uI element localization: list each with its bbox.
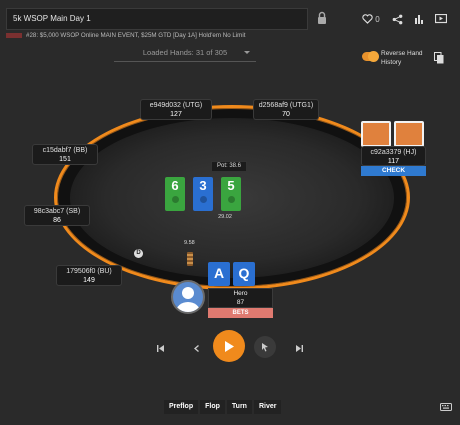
reverse-history-toggle[interactable] <box>362 51 379 62</box>
site-logo <box>6 32 22 38</box>
toggle-knob <box>368 51 379 62</box>
tab-river[interactable]: River <box>253 400 282 414</box>
header-actions: 0 <box>356 10 452 28</box>
seat-hj[interactable]: c92a3379 (HJ) 117 <box>361 146 426 166</box>
seat-name: e949d032 (UTG) <box>149 102 203 109</box>
hero-hole-card: A <box>208 262 230 286</box>
action-badge-check: CHECK <box>361 166 426 176</box>
board-card: 6 <box>165 177 185 211</box>
share-icon <box>392 14 402 24</box>
copy-icon[interactable] <box>434 52 444 64</box>
chevron-left-icon <box>193 344 199 352</box>
tab-flop[interactable]: Flop <box>200 400 225 414</box>
seat-bb[interactable]: c15dabf7 (BB) 151 <box>32 144 98 165</box>
tab-turn[interactable]: Turn <box>226 400 252 414</box>
lock-icon[interactable] <box>316 11 328 25</box>
club-icon <box>171 196 179 203</box>
hero-hole-card: Q <box>233 262 255 286</box>
spade-icon <box>199 196 207 203</box>
chevron-down-icon <box>244 51 250 54</box>
replay-video-button[interactable] <box>430 10 452 28</box>
step-back-button[interactable] <box>190 342 202 354</box>
seat-stack: 86 <box>53 217 61 224</box>
dealer-button: D <box>134 249 143 258</box>
play-button[interactable] <box>213 330 245 362</box>
skip-end-icon <box>296 344 303 352</box>
hj-hole-card <box>361 121 391 147</box>
seat-name: 179506f0 (BU) <box>66 268 112 275</box>
stats-button[interactable] <box>408 10 430 28</box>
seat-utg1[interactable]: d2568af9 (UTG1) 70 <box>253 99 319 120</box>
reverse-history-label: Reverse Hand History <box>381 50 423 66</box>
seat-name: d2568af9 (UTG1) <box>258 102 314 109</box>
seat-sb[interactable]: 98c3abc7 (SB) 86 <box>24 205 90 226</box>
seat-utg[interactable]: e949d032 (UTG) 127 <box>140 99 212 120</box>
seat-stack: 151 <box>59 156 71 163</box>
favorite-button[interactable]: 0 <box>356 10 386 28</box>
seat-hero[interactable]: Hero 87 <box>208 288 273 308</box>
seat-stack: 87 <box>236 299 245 306</box>
play-icon <box>225 340 234 352</box>
favorite-count: 0 <box>375 14 380 24</box>
tab-preflop[interactable]: Preflop <box>164 400 199 414</box>
app-frame: 5k WSOP Main Day 1 0 #28: $5,000 WSOP On… <box>0 0 460 425</box>
tournament-name: #28: $5,000 WSOP Online MAIN EVENT, $25M… <box>26 32 246 39</box>
seat-name: 98c3abc7 (SB) <box>33 208 81 215</box>
heart-icon <box>362 14 373 24</box>
seat-stack: 127 <box>170 111 182 118</box>
seat-stack: 149 <box>83 277 95 284</box>
seat-name: c92a3379 (HJ) <box>370 149 417 156</box>
seat-name: Hero <box>233 290 248 297</box>
bar-chart-icon <box>415 15 423 24</box>
seat-bu[interactable]: 179506f0 (BU) 149 <box>56 265 122 286</box>
cursor-step-icon <box>262 343 268 352</box>
user-icon <box>176 287 200 312</box>
skip-end-button[interactable] <box>293 342 305 354</box>
card-rank: 5 <box>227 178 235 193</box>
seat-stack: 70 <box>282 111 290 118</box>
hero-bet-amount: 9.58 <box>184 240 195 246</box>
seat-name: c15dabf7 (BB) <box>42 147 88 154</box>
tournament-subtitle: #28: $5,000 WSOP Online MAIN EVENT, $25M… <box>6 31 346 41</box>
chip-stack-icon <box>187 252 193 266</box>
card-rank: 6 <box>171 178 179 193</box>
step-action-button[interactable] <box>254 336 276 358</box>
share-button[interactable] <box>386 10 408 28</box>
loaded-hands-select[interactable]: Loaded Hands: 31 of 305 <box>114 46 256 62</box>
skip-start-button[interactable] <box>155 342 167 354</box>
seat-stack: 117 <box>387 158 400 165</box>
hj-hole-card <box>394 121 424 147</box>
loaded-hands-label: Loaded Hands: 31 of 305 <box>142 48 228 57</box>
skip-start-icon <box>157 344 164 352</box>
board-card: 3 <box>193 177 213 211</box>
pot-label: Pot: 38.6 <box>211 161 247 172</box>
street-tabs: Preflop Flop Turn River <box>164 400 282 414</box>
video-icon <box>435 14 447 24</box>
board-card: 5 <box>221 177 241 211</box>
board-pot-value: 29.02 <box>218 214 232 220</box>
hand-title-field[interactable]: 5k WSOP Main Day 1 <box>6 8 308 30</box>
avatar <box>171 280 205 314</box>
club-icon <box>227 196 235 203</box>
keyboard-icon[interactable] <box>440 403 452 411</box>
card-rank: 3 <box>199 178 207 193</box>
action-badge-bets: BETS <box>208 308 273 318</box>
